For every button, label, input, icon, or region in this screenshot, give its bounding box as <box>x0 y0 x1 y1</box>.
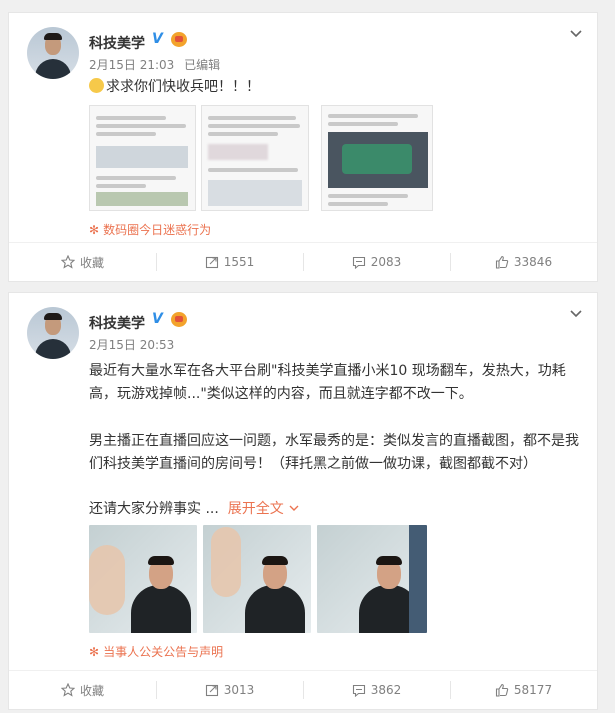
post-meta: 2月15日 20:53 <box>89 336 180 353</box>
post-image-1[interactable] <box>89 105 196 211</box>
favorite-label: 收藏 <box>79 683 104 698</box>
post-image-3[interactable] <box>317 525 427 633</box>
post-text-content: 求求你们快收兵吧！！！ <box>106 79 260 95</box>
paragraph-line: 最近有大量水军在各大平台刷"科技美学直播小米10 现场翻车，发热大，功耗 <box>89 363 566 379</box>
source-label[interactable]: 当事人公关公告与声明 <box>103 645 223 659</box>
favorite-label: 收藏 <box>79 255 104 270</box>
favorite-button[interactable]: 收藏 <box>9 243 156 281</box>
post-date[interactable]: 2月15日 20:53 <box>89 338 174 352</box>
comment-count: 2083 <box>370 255 402 269</box>
comment-button[interactable]: 2083 <box>303 243 450 281</box>
repost-count: 3013 <box>223 683 255 697</box>
comment-button[interactable]: 3862 <box>303 671 450 709</box>
star-icon <box>60 683 75 697</box>
post-image-3[interactable] <box>321 105 433 211</box>
source-label[interactable]: 数码圈今日迷惑行为 <box>103 223 211 237</box>
post-meta: 2月15日 21:03 已编辑 <box>89 56 226 73</box>
weibo-post-2: 科技美学 V 2月15日 20:53 最近有大量水军在各大平台刷"科技美学直播小… <box>8 292 598 710</box>
chevron-down-icon[interactable] <box>569 307 583 321</box>
verified-badge-icon: V <box>152 311 163 327</box>
repost-icon <box>205 256 218 269</box>
like-button[interactable]: 33846 <box>450 243 597 281</box>
post-image-2[interactable] <box>203 525 311 633</box>
action-bar: 收藏 1551 2083 33846 <box>9 242 597 281</box>
post-text: 求求你们快收兵吧！！！ <box>89 76 260 99</box>
like-button[interactable]: 58177 <box>450 671 597 709</box>
post-image-1[interactable] <box>89 525 197 633</box>
supertopic-flower-icon: ✻ <box>89 645 100 659</box>
repost-icon <box>205 684 218 697</box>
paragraph-line: 高，玩游戏掉帧..."类似这样的内容，而且就连字都不改一下。 <box>89 386 473 402</box>
verified-badge-icon: V <box>152 31 163 47</box>
vip-crown-icon <box>171 312 187 327</box>
post-date[interactable]: 2月15日 21:03 <box>89 58 174 72</box>
expand-full-text-link[interactable]: 展开全文 <box>223 501 300 517</box>
username[interactable]: 科技美学 <box>89 313 145 333</box>
repost-button[interactable]: 3013 <box>156 671 303 709</box>
post-paragraph-2: 男主播正在直播回应这一问题，水军最秀的是：类似发言的直播截图，都不是我 们科技美… <box>89 430 579 476</box>
comment-icon <box>352 256 365 269</box>
source-link[interactable]: ✻ 数码圈今日迷惑行为 <box>89 221 211 238</box>
paragraph-line: 们科技美学直播间的房间号！（拜托黑之前做一做功课，截图都截不对） <box>89 456 537 472</box>
like-count: 58177 <box>513 683 553 697</box>
post-paragraph-3: 还请大家分辨事实 ... 展开全文 <box>89 498 300 521</box>
avatar[interactable] <box>27 27 79 79</box>
chevron-down-icon[interactable] <box>569 27 583 41</box>
crying-emoji-icon <box>89 78 104 93</box>
like-count: 33846 <box>513 255 553 269</box>
action-bar: 收藏 3013 3862 58177 <box>9 670 597 709</box>
username[interactable]: 科技美学 <box>89 33 145 53</box>
source-link[interactable]: ✻ 当事人公关公告与声明 <box>89 643 223 660</box>
supertopic-flower-icon: ✻ <box>89 223 100 237</box>
expand-label: 展开全文 <box>227 501 284 517</box>
avatar[interactable] <box>27 307 79 359</box>
thumbs-up-icon <box>495 255 509 269</box>
edited-label[interactable]: 已编辑 <box>184 58 220 72</box>
thumbs-up-icon <box>495 683 509 697</box>
paragraph-line: 男主播正在直播回应这一问题，水军最秀的是：类似发言的直播截图，都不是我 <box>89 433 579 449</box>
comment-icon <box>352 684 365 697</box>
vip-crown-icon <box>171 32 187 47</box>
weibo-post-1: 科技美学 V 2月15日 21:03 已编辑 求求你们快收兵吧！！！ ✻ 数码圈… <box>8 12 598 282</box>
favorite-button[interactable]: 收藏 <box>9 671 156 709</box>
chevron-down-icon <box>289 505 299 511</box>
paragraph-line: 还请大家分辨事实 ... <box>89 501 219 517</box>
comment-count: 3862 <box>370 683 402 697</box>
repost-count: 1551 <box>223 255 255 269</box>
post-image-2[interactable] <box>201 105 309 211</box>
star-icon <box>60 255 75 269</box>
post-paragraph-1: 最近有大量水军在各大平台刷"科技美学直播小米10 现场翻车，发热大，功耗 高，玩… <box>89 360 566 406</box>
repost-button[interactable]: 1551 <box>156 243 303 281</box>
